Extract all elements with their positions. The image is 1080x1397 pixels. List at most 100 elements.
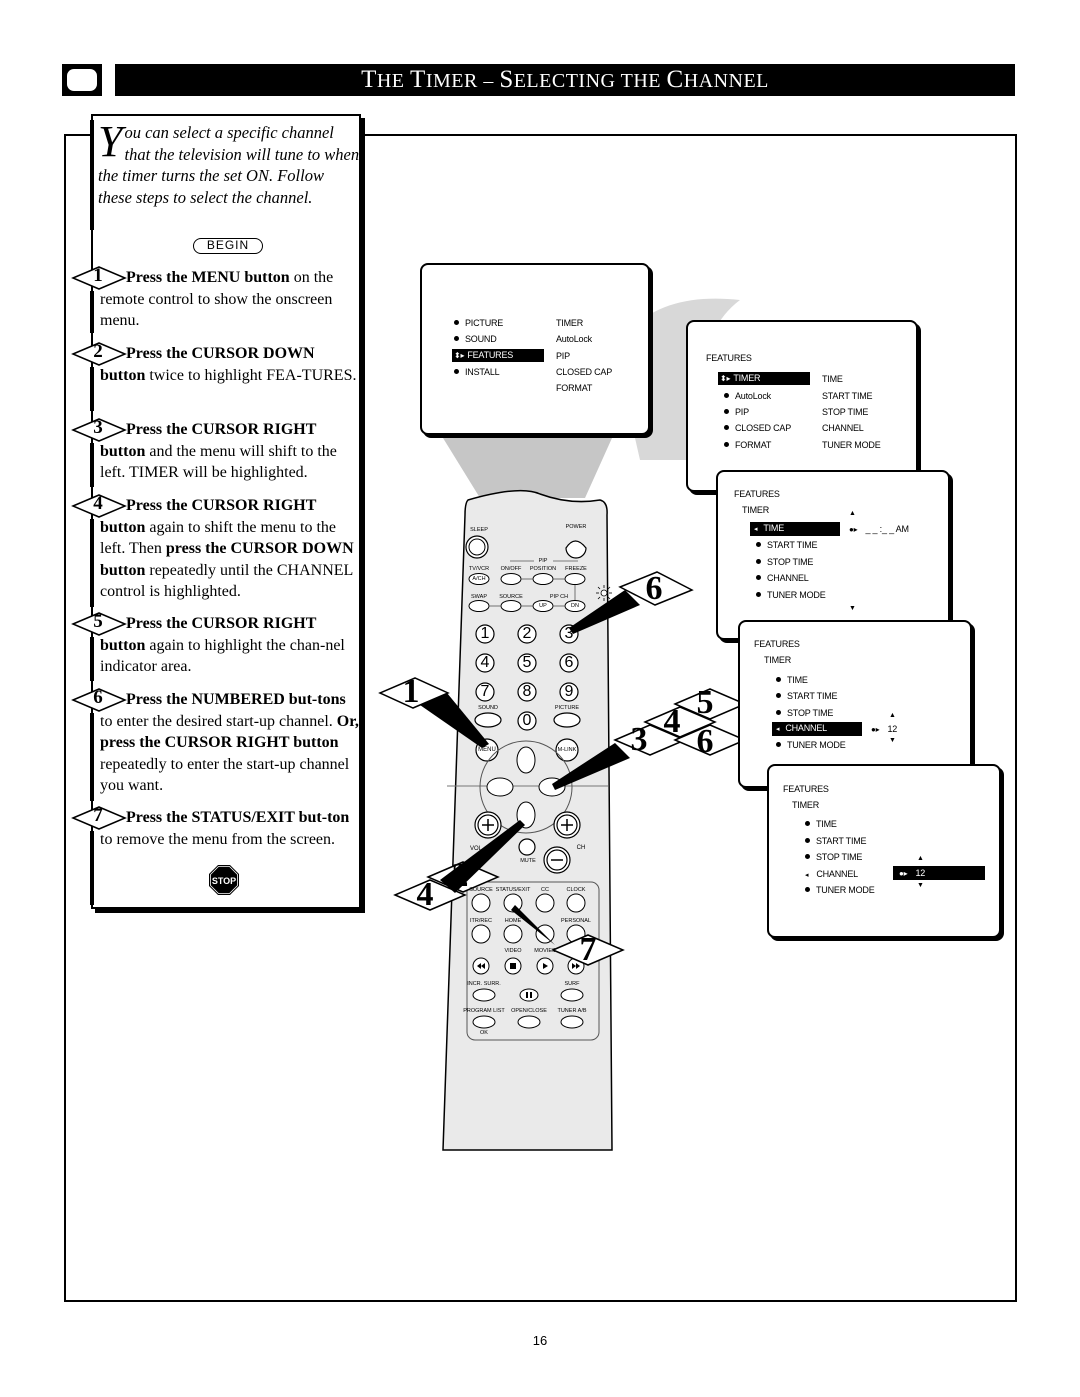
- digit-9-button[interactable]: 9: [565, 683, 574, 701]
- label-video: VIDEO: [504, 948, 522, 954]
- intro-body: ou can select a specific channel that th…: [98, 123, 360, 207]
- down-arrow-icon: ▼: [889, 737, 896, 744]
- menu-item: FORMAT: [735, 440, 772, 450]
- menu-item: START TIME: [787, 691, 838, 701]
- label-mute: MUTE: [520, 858, 536, 864]
- menu-item: TIME: [787, 675, 808, 685]
- menu-item-highlighted: TIMER: [733, 373, 761, 383]
- channel-value-highlighted: 12: [915, 868, 926, 878]
- label-incr-surr: INCR. SURR.: [467, 981, 501, 987]
- menu-subheader: TIMER: [764, 655, 791, 665]
- label-power: POWER: [565, 524, 587, 530]
- title-text: HE: [376, 70, 411, 92]
- step-bold: Press the NUMBERED but-tons: [126, 691, 346, 708]
- step-1: 1 Press the MENU button on the remote co…: [71, 265, 359, 332]
- menu-item: PIP: [735, 407, 749, 417]
- submenu-item: AutoLock: [556, 334, 592, 344]
- marker-label-3: 3: [630, 721, 648, 758]
- swap-button: [468, 600, 490, 612]
- label-pipch: PIP CH: [549, 594, 569, 600]
- label-tvvcr: TV/VCR: [468, 566, 490, 572]
- dot-arrow-icon: ●▸: [871, 725, 880, 734]
- menu-item: CHANNEL: [767, 573, 809, 583]
- step-number: 7: [93, 805, 103, 826]
- menu-item: TIME: [816, 819, 837, 829]
- pip-position-button: [532, 573, 554, 585]
- instructions-panel: You can select a specific channel that t…: [71, 114, 361, 909]
- menu-header: FEATURES: [754, 639, 800, 649]
- label-personal: PERSONAL: [561, 918, 591, 924]
- dot-arrow-icon: ●▸: [899, 869, 908, 878]
- up-arrow-icon: ▲: [849, 510, 856, 517]
- step-number: 1: [93, 265, 103, 286]
- step-number: 6: [93, 687, 103, 708]
- menu-item: AutoLock: [735, 391, 771, 401]
- submenu-item: TUNER MODE: [822, 440, 881, 450]
- left-arrow-icon: ◂: [805, 872, 809, 879]
- intro-text: You can select a specific channel that t…: [98, 117, 360, 208]
- label-vol: VOL: [469, 846, 483, 852]
- label-up: UP: [539, 603, 547, 609]
- menu-item: PICTURE: [465, 318, 504, 328]
- step-number: 2: [93, 341, 103, 362]
- down-arrow-icon: ▼: [917, 882, 924, 889]
- menu-item-highlighted: FEATURES: [467, 350, 514, 360]
- label-freeze: FREEZE: [565, 566, 587, 572]
- digit-8-button[interactable]: 8: [523, 683, 532, 701]
- step-text: to remove the menu from the screen.: [100, 830, 336, 848]
- menu-item: CLOSED CAP: [735, 423, 792, 433]
- digit-5-button[interactable]: 5: [523, 654, 532, 672]
- submenu-item: START TIME: [822, 391, 873, 401]
- digit-2-button[interactable]: 2: [523, 625, 532, 643]
- menu-item: TUNER MODE: [767, 590, 826, 600]
- step-2: 2 Press the CURSOR DOWN button twice to …: [71, 341, 359, 386]
- menu-subheader: TIMER: [742, 505, 769, 515]
- digit-0-button[interactable]: 0: [523, 712, 532, 730]
- menu-item: STOP TIME: [787, 708, 834, 718]
- step-text: to enter the desired start-up channel.: [100, 712, 337, 730]
- submenu-item: FORMAT: [556, 383, 593, 393]
- drop-cap: Y: [98, 117, 123, 166]
- screen-timer-channel: FEATURES TIMER TIME START TIME STOP TIME…: [738, 620, 972, 788]
- menu-item-highlighted: TIME: [763, 523, 785, 533]
- submenu-item: PIP: [556, 351, 570, 361]
- page-number: 16: [532, 1333, 548, 1348]
- step-number: 3: [93, 417, 103, 438]
- down-arrow-icon: ▼: [849, 605, 856, 612]
- label-surf: SURF: [564, 981, 580, 987]
- submenu-item: TIME: [822, 374, 843, 384]
- label-home: HOME: [504, 918, 522, 924]
- submenu-item: STOP TIME: [822, 407, 869, 417]
- stop-label: STOP: [212, 876, 236, 886]
- sun-icon: [596, 585, 612, 601]
- time-value: _ _ :_ _ AM: [865, 524, 909, 534]
- step-6: 6 Press the NUMBERED but-tons to enter t…: [71, 687, 359, 797]
- step-number: 5: [93, 611, 103, 632]
- cursor-up-button: [516, 746, 536, 774]
- ir-beam: [443, 438, 612, 498]
- marker-label-4: 4: [663, 703, 681, 740]
- pip-source-button: [500, 600, 522, 612]
- step-bold: Press the STATUS/EXIT but-ton: [126, 809, 350, 826]
- label-ch: CH: [576, 845, 586, 851]
- label-source2: SOURCE: [469, 887, 493, 893]
- sound-button: [474, 712, 502, 728]
- digit-6-button[interactable]: 6: [565, 654, 574, 672]
- menu-item: SOUND: [465, 334, 497, 344]
- page-title: THE TIMER – SELECTING THE CHANNEL: [115, 64, 1015, 96]
- dot-arrow-icon: ●▸: [849, 525, 858, 534]
- begin-badge: BEGIN: [193, 238, 263, 254]
- step-3: 3 Press the CURSOR RIGHT button and the …: [71, 417, 359, 484]
- menu-header: FEATURES: [734, 489, 780, 499]
- digit-3-button[interactable]: 3: [565, 625, 574, 643]
- label-itr: ITR/REC: [470, 918, 492, 924]
- digit-7-button[interactable]: 7: [481, 683, 490, 701]
- label-menu: MENU: [478, 747, 496, 753]
- step-number: 4: [93, 493, 103, 514]
- digit-4-button[interactable]: 4: [481, 654, 490, 672]
- label-movies: MOVIES: [534, 948, 556, 954]
- title-cap: T: [410, 66, 426, 93]
- digit-1-button[interactable]: 1: [481, 625, 490, 643]
- title-text: ELECTING THE: [513, 70, 667, 92]
- label-mlink: M-LINK: [557, 747, 577, 753]
